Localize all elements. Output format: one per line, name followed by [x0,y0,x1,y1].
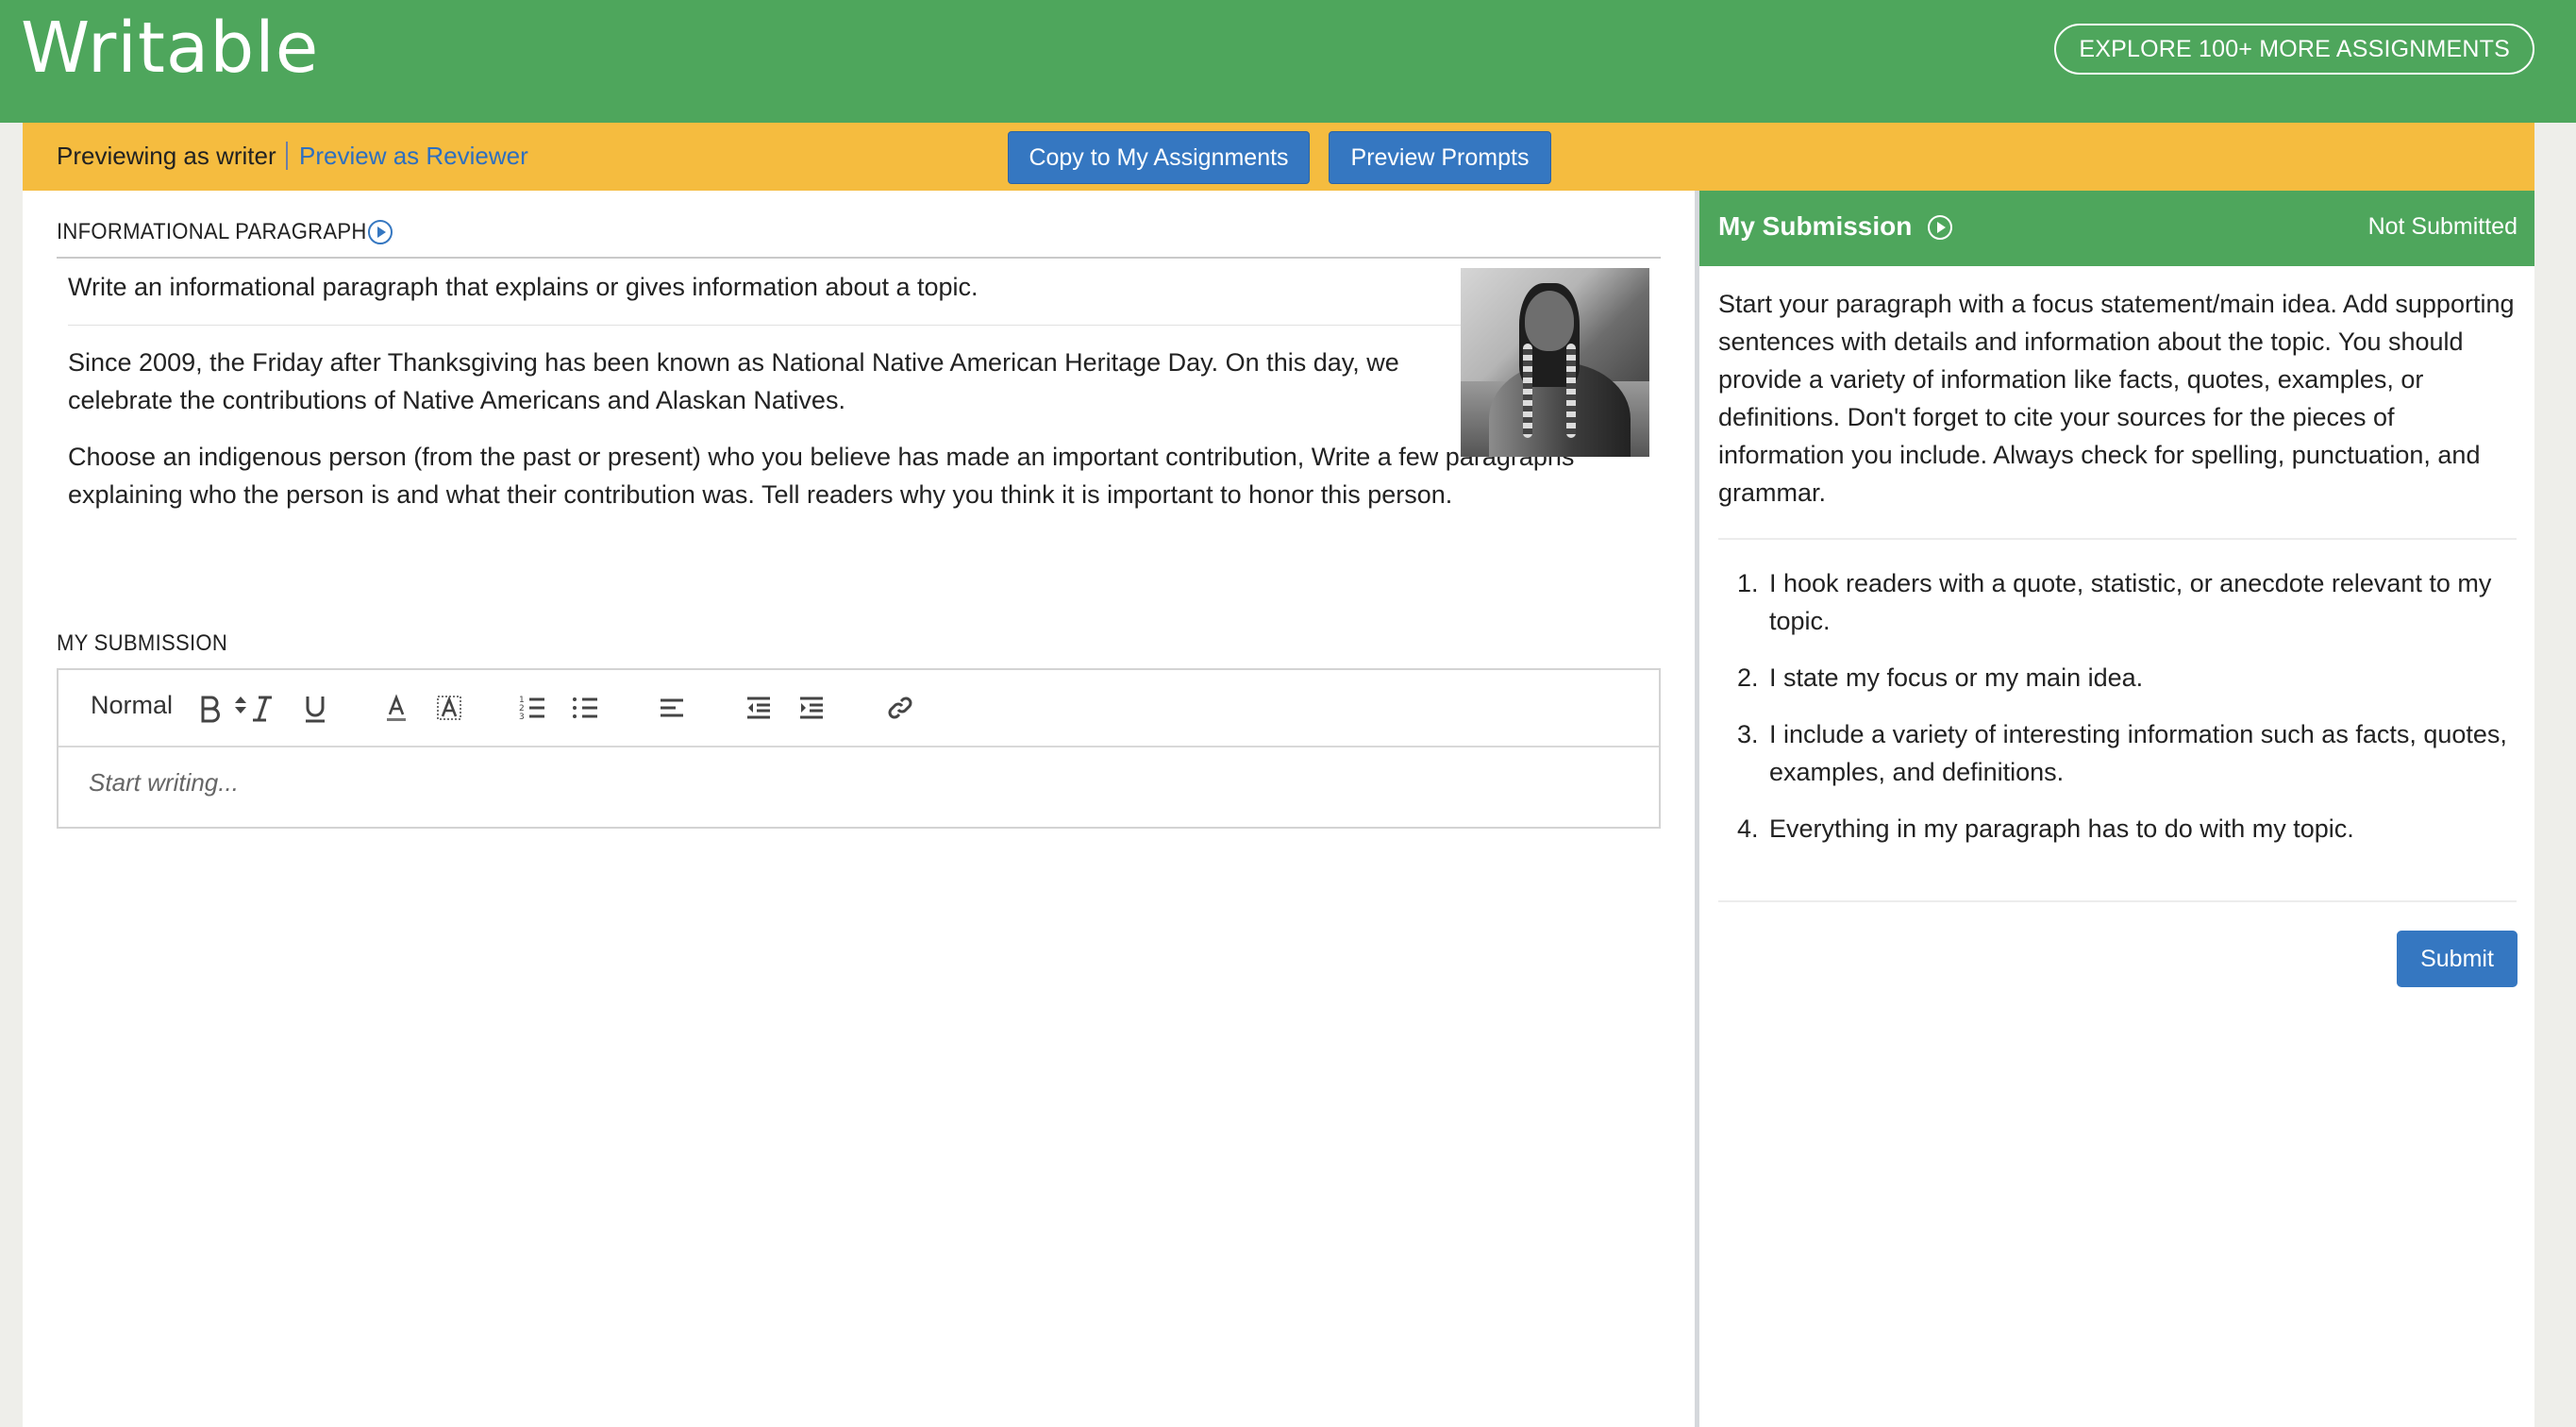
submission-panel: My Submission Not Submitted Start your p… [1695,191,2534,1427]
align-left-icon[interactable] [651,687,693,729]
assignment-intro: Write an informational paragraph that ex… [68,273,979,301]
indent-icon[interactable] [791,687,832,729]
list-item: Everything in my paragraph has to do wit… [1765,810,2517,848]
ordered-list-icon[interactable]: 123 [511,687,553,729]
outdent-icon[interactable] [738,687,779,729]
copy-to-my-assignments-button[interactable]: Copy to My Assignments [1008,131,1310,184]
play-circle-icon[interactable] [368,220,393,244]
assignment-panel: INFORMATIONAL PARAGRAPH Write an informa… [23,191,1695,1427]
preview-prompts-button[interactable]: Preview Prompts [1329,131,1551,184]
checklist: I hook readers with a quote, statistic, … [1718,564,2517,866]
assignment-prompt: Choose an indigenous person (from the pa… [68,443,1575,509]
format-select[interactable]: Normal [91,691,173,720]
top-header: Writable EXPLORE 100+ MORE ASSIGNMENTS [0,0,2576,123]
editor-input[interactable]: Start writing... [89,768,239,797]
assignment-context: Since 2009, the Friday after Thanksgivin… [68,348,1399,414]
intro-divider [68,325,1464,326]
submission-header: My Submission Not Submitted [1699,191,2534,266]
explore-assignments-button[interactable]: EXPLORE 100+ MORE ASSIGNMENTS [2054,24,2534,75]
link-icon[interactable] [879,687,921,729]
list-item: I include a variety of interesting infor… [1765,715,2517,791]
checklist-divider [1718,900,2517,902]
text-editor: Normal 123 Start writing... [57,668,1661,829]
title-divider [57,257,1661,259]
preview-bar: Previewing as writer Preview as Reviewer… [23,123,2534,191]
bullet-list-icon[interactable] [564,687,606,729]
highlight-icon[interactable] [428,687,470,729]
bold-icon[interactable] [189,687,230,729]
status-badge: Not Submitted [2367,213,2517,240]
writable-logo[interactable]: Writable [21,6,319,91]
submit-button[interactable]: Submit [2397,931,2517,987]
underline-icon[interactable] [294,687,336,729]
italic-icon[interactable] [242,687,283,729]
submission-instructions: Start your paragraph with a focus statem… [1718,290,2515,507]
assignment-title: INFORMATIONAL PARAGRAPH [57,219,367,244]
list-item: I hook readers with a quote, statistic, … [1765,564,2517,640]
svg-text:3: 3 [519,713,525,722]
submission-panel-title: My Submission [1718,211,1913,241]
portrait-image [1461,268,1649,457]
instructions-divider [1718,538,2517,540]
preview-divider [286,142,288,170]
previewing-as-writer-label: Previewing as writer [57,142,276,170]
editor-toolbar: Normal 123 [59,670,1659,747]
play-circle-icon[interactable] [1928,215,1952,240]
my-submission-title: MY SUBMISSION [57,630,228,656]
text-color-icon[interactable] [376,687,417,729]
list-item: I state my focus or my main idea. [1765,659,2517,697]
preview-as-reviewer-link[interactable]: Preview as Reviewer [299,142,528,171]
